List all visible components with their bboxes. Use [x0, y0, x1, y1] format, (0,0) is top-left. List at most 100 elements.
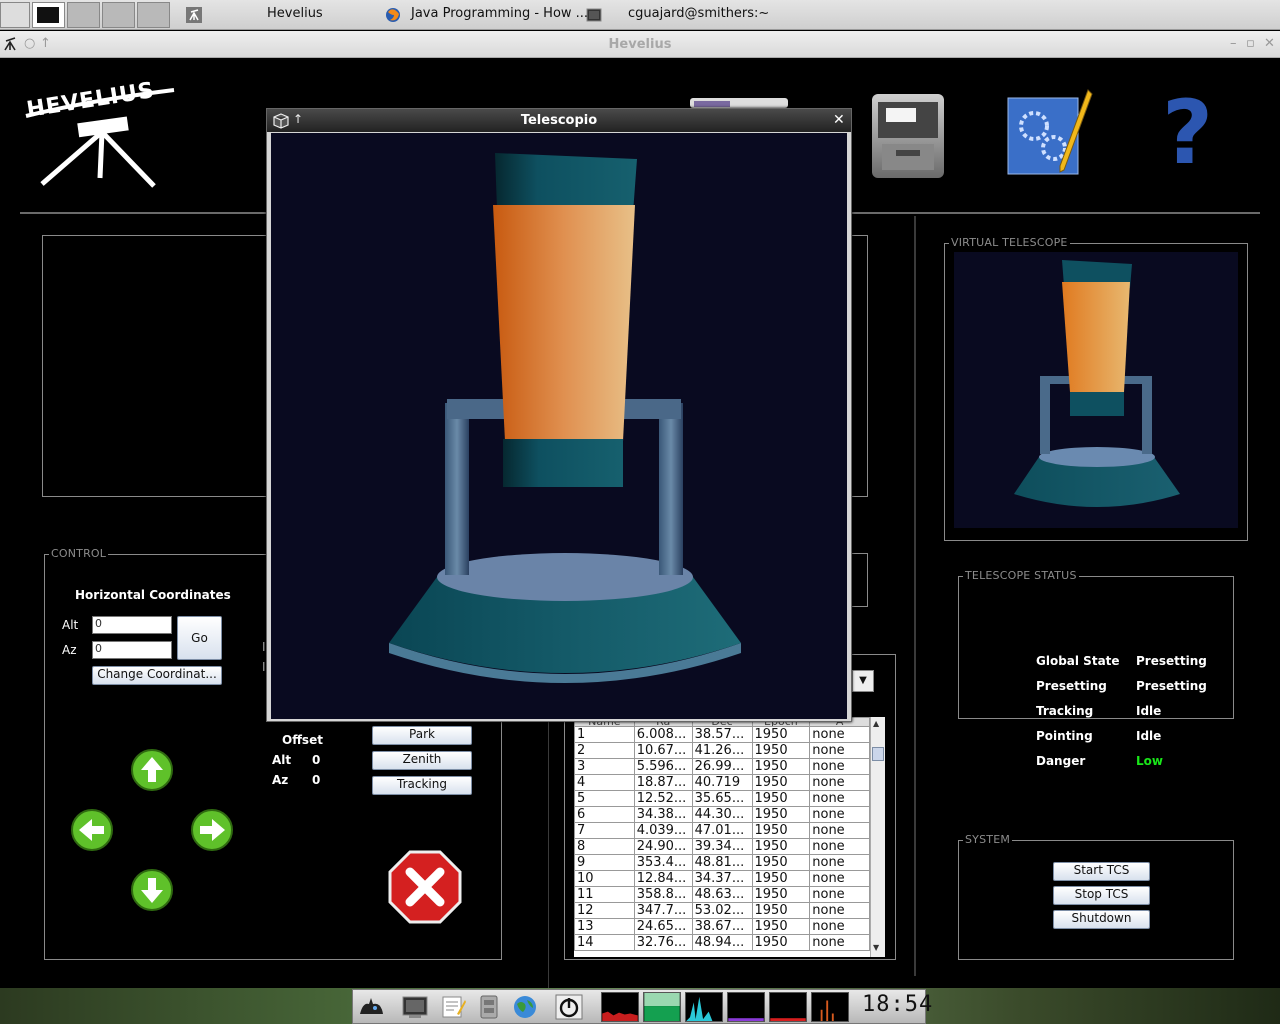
- table-cell: 10: [574, 870, 635, 887]
- zenith-button[interactable]: Zenith: [372, 751, 472, 770]
- network-monitor: [685, 992, 723, 1022]
- dialog-titlebar[interactable]: ↑ Telescopio ✕: [267, 109, 851, 132]
- help-question-icon[interactable]: ?: [1162, 88, 1213, 178]
- workspace-1[interactable]: [32, 2, 65, 28]
- alt-input[interactable]: 0: [92, 616, 172, 634]
- arrow-down-icon[interactable]: [130, 868, 174, 912]
- terminal-icon[interactable]: [401, 994, 429, 1020]
- dialog-title: Telescopio: [520, 113, 598, 128]
- small-panel: [850, 553, 868, 607]
- table-cell: 1950: [751, 806, 811, 823]
- arrow-up-icon[interactable]: [130, 748, 174, 792]
- table-cell: 39.34...: [691, 838, 753, 855]
- table-row[interactable]: 13 24.65... 38.67... 1950 none: [574, 918, 870, 935]
- table-cell: none: [809, 854, 870, 871]
- telescope-3d-view[interactable]: [271, 133, 847, 719]
- top-taskbar: Hevelius Java Programming - How ... cgua…: [0, 0, 1280, 30]
- system-legend: SYSTEM: [963, 833, 1013, 846]
- park-button[interactable]: Park: [372, 726, 472, 745]
- table-row[interactable]: 5 12.52... 35.65... 1950 none: [574, 790, 870, 807]
- stop-x-icon[interactable]: [388, 850, 462, 924]
- catalog-table[interactable]: Name Ra Dec Epoch A 1 6.008... 38.57... 195…: [574, 717, 870, 957]
- az-input[interactable]: 0: [92, 641, 172, 659]
- table-cell: 1950: [751, 854, 811, 871]
- start-tcs-button[interactable]: Start TCS: [1053, 862, 1150, 881]
- restore-icon[interactable]: ▫: [1246, 36, 1255, 51]
- globe-icon[interactable]: [511, 994, 539, 1020]
- table-cell: 48.94...: [691, 934, 753, 951]
- text-editor-icon[interactable]: [439, 994, 467, 1020]
- table-cell: none: [809, 902, 870, 919]
- table-cell: 24.90...: [633, 838, 693, 855]
- table-row[interactable]: 2 10.67... 41.26... 1950 none: [574, 742, 870, 759]
- table-cell: 1950: [751, 934, 811, 951]
- table-cell: 1950: [751, 726, 811, 743]
- table-row[interactable]: 9 353.4... 48.81... 1950 none: [574, 854, 870, 871]
- table-cell: 347.7...: [633, 902, 693, 919]
- table-cell: 358.8...: [633, 886, 693, 903]
- table-cell: none: [809, 918, 870, 935]
- table-row[interactable]: 6 34.38... 44.30... 1950 none: [574, 806, 870, 823]
- workspace-4[interactable]: [137, 2, 170, 28]
- task-terminal[interactable]: cguajard@smithers:~: [628, 6, 769, 21]
- chevron-down-icon[interactable]: ▼: [852, 670, 874, 692]
- firefox-icon: [386, 8, 400, 22]
- file-manager-icon[interactable]: [475, 994, 503, 1020]
- cat-launcher-icon[interactable]: [357, 994, 385, 1020]
- table-cell: 1950: [751, 758, 811, 775]
- file-cabinet-icon[interactable]: [868, 90, 948, 182]
- table-cell: 1950: [751, 902, 811, 919]
- scroll-up-icon[interactable]: ▲: [873, 719, 879, 728]
- scroll-down-icon[interactable]: ▼: [873, 943, 879, 952]
- go-button[interactable]: Go: [177, 616, 222, 660]
- table-cell: 6: [574, 806, 635, 823]
- table-cell: 3: [574, 758, 635, 775]
- show-desktop-button[interactable]: [0, 2, 30, 28]
- table-cell: 47.01...: [691, 822, 753, 839]
- close-icon[interactable]: ✕: [833, 112, 845, 128]
- settings-blueprint-icon[interactable]: [1006, 88, 1094, 180]
- table-cell: 12.52...: [633, 790, 693, 807]
- table-row[interactable]: 7 4.039... 47.01... 1950 none: [574, 822, 870, 839]
- table-cell: 48.81...: [691, 854, 753, 871]
- table-row[interactable]: 3 5.596... 26.99... 1950 none: [574, 758, 870, 775]
- table-cell: 7: [574, 822, 635, 839]
- load-monitor: [811, 992, 849, 1022]
- workspace-3[interactable]: [102, 2, 135, 28]
- table-cell: 41.26...: [691, 742, 753, 759]
- table-row[interactable]: 8 24.90... 39.34... 1950 none: [574, 838, 870, 855]
- table-cell: 40.719: [691, 774, 753, 791]
- table-row[interactable]: 12 347.7... 53.02... 1950 none: [574, 902, 870, 919]
- arrow-left-icon[interactable]: [70, 808, 114, 852]
- close-icon[interactable]: ✕: [1264, 36, 1275, 51]
- arrow-right-icon[interactable]: [190, 808, 234, 852]
- table-cell: 26.99...: [691, 758, 753, 775]
- table-cell: 35.65...: [691, 790, 753, 807]
- table-row[interactable]: 14 32.76... 48.94... 1950 none: [574, 934, 870, 951]
- hidden-marker: I: [262, 660, 266, 674]
- table-scrollbar[interactable]: ▲ ▼: [870, 717, 885, 957]
- hidden-toolbar-icon[interactable]: [690, 98, 790, 108]
- scroll-thumb[interactable]: [872, 747, 884, 761]
- shutdown-button[interactable]: Shutdown: [1053, 910, 1150, 929]
- minimize-icon[interactable]: –: [1230, 36, 1237, 51]
- task-firefox[interactable]: Java Programming - How ...: [411, 6, 588, 21]
- power-icon[interactable]: [555, 994, 583, 1020]
- table-row[interactable]: 4 18.87... 40.719 1950 none: [574, 774, 870, 791]
- table-cell: 1950: [751, 742, 811, 759]
- status-key: Pointing: [1036, 729, 1093, 743]
- status-value: Presetting: [1136, 679, 1207, 693]
- table-cell: 8: [574, 838, 635, 855]
- workspace-2[interactable]: [67, 2, 100, 28]
- table-row[interactable]: 10 12.84... 34.37... 1950 none: [574, 870, 870, 887]
- stop-tcs-button[interactable]: Stop TCS: [1053, 886, 1150, 905]
- table-cell: 1950: [751, 774, 811, 791]
- table-cell: 1950: [751, 790, 811, 807]
- status-key: Tracking: [1036, 704, 1094, 718]
- table-row[interactable]: 11 358.8... 48.63... 1950 none: [574, 886, 870, 903]
- task-hevelius[interactable]: Hevelius: [267, 6, 323, 21]
- tracking-button[interactable]: Tracking: [372, 776, 472, 795]
- virtual-telescope-view: [954, 252, 1238, 528]
- table-row[interactable]: 1 6.008... 38.57... 1950 none: [574, 726, 870, 743]
- change-coordinates-button[interactable]: Change Coordinat...: [92, 666, 222, 685]
